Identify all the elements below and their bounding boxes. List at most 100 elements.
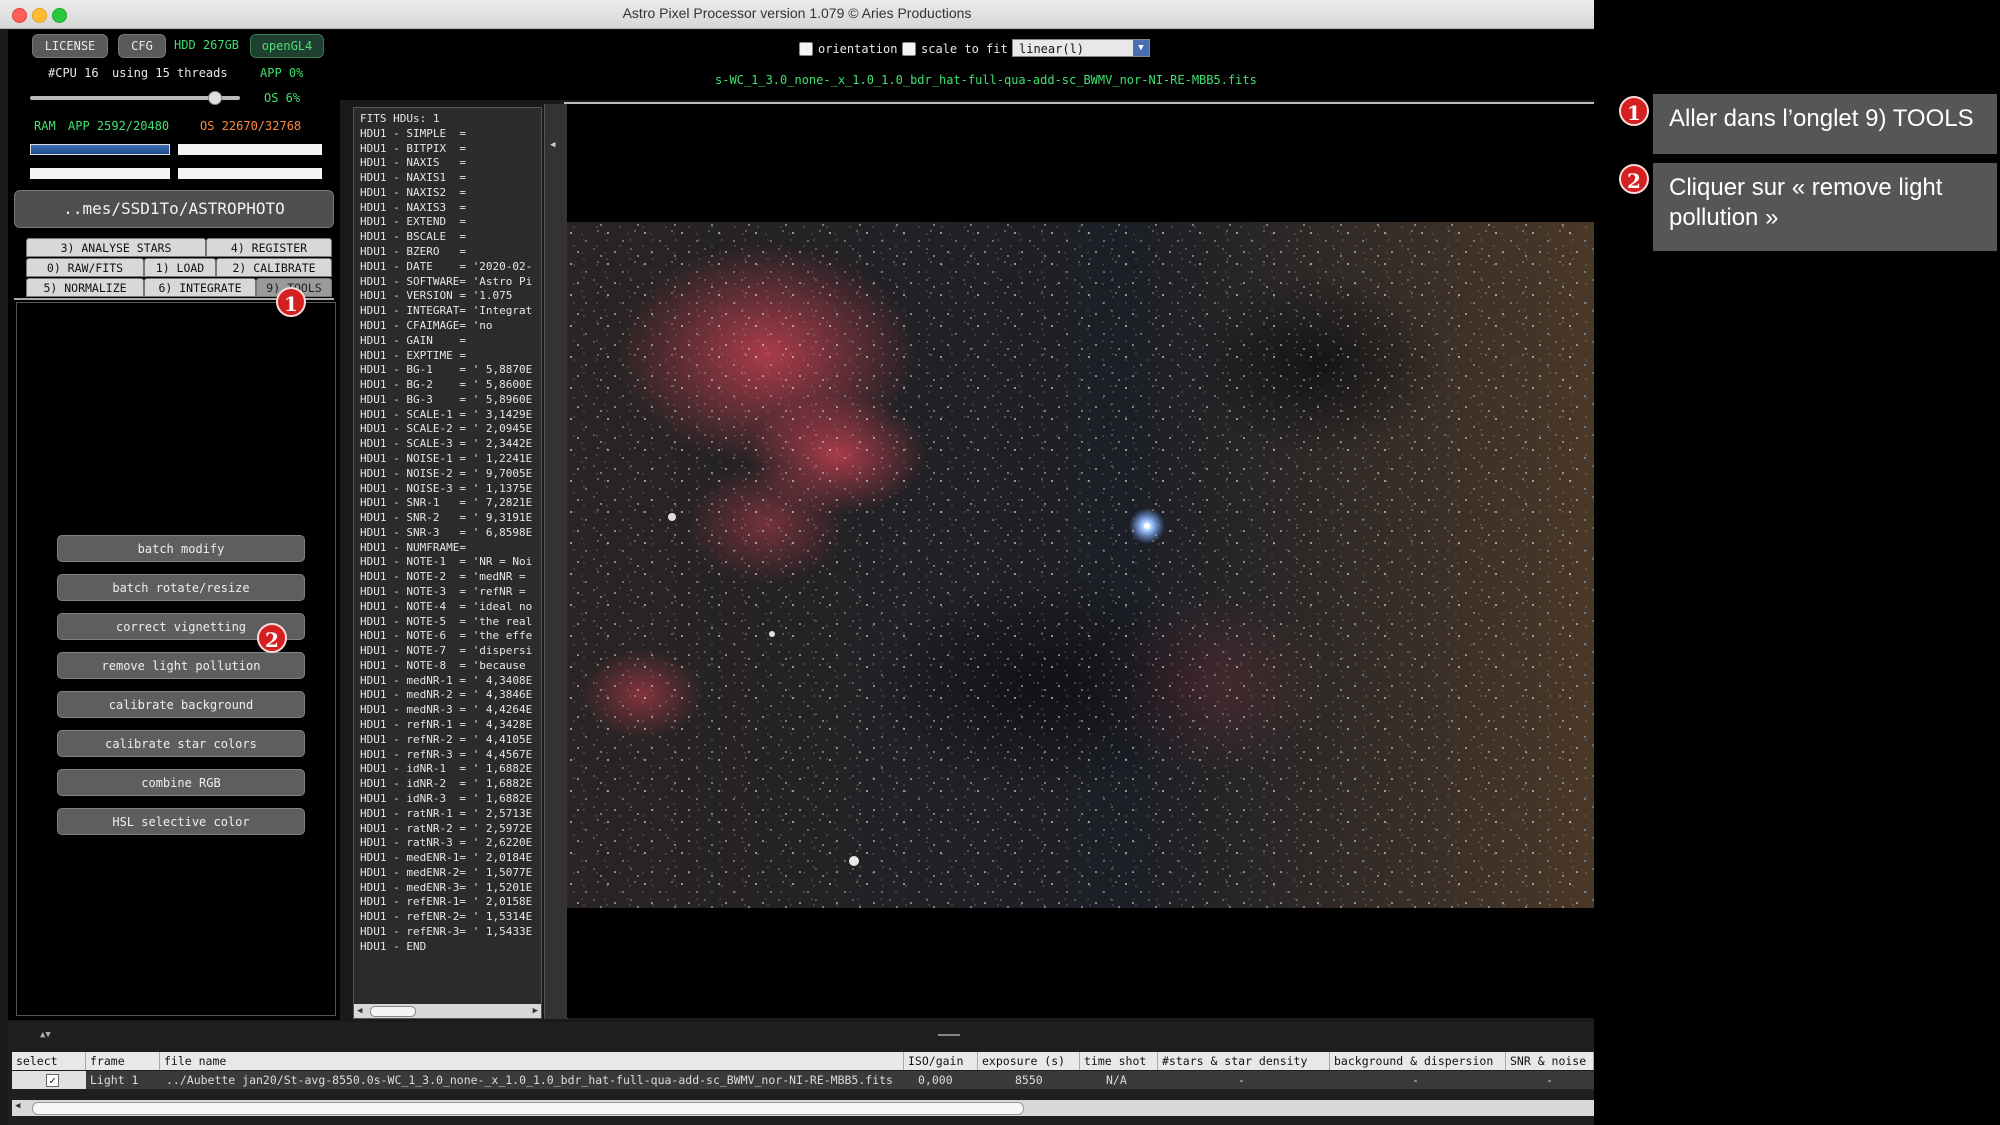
fits-header-line: HDU1 - SOFTWARE= 'Astro Pi xyxy=(360,274,533,288)
fits-header-line: HDU1 - BG-3 = ' 5,8960E xyxy=(360,392,533,406)
fits-header-line: HDU1 - NOTE-8 = 'because xyxy=(360,658,526,672)
fits-header-line: HDU1 - NOTE-5 = 'the real xyxy=(360,614,533,628)
tab-calibrate[interactable]: 2) CALIBRATE xyxy=(216,258,332,277)
stretch-value: linear(l) xyxy=(1019,42,1085,56)
working-directory-button[interactable]: ..mes/SSD1To/ASTROPHOTO xyxy=(14,190,334,228)
ram-label: RAM xyxy=(34,119,56,133)
os-cpu-usage: OS 6% xyxy=(264,91,301,105)
tab-register[interactable]: 4) REGISTER xyxy=(206,238,332,257)
tab-normalize[interactable]: 5) NORMALIZE xyxy=(26,278,144,297)
calibrate-background-button[interactable]: calibrate background xyxy=(57,691,305,718)
step-2-badge: 2 xyxy=(257,623,287,653)
collapse-arrow-icon[interactable]: ◀ xyxy=(550,140,555,150)
fits-header-line: HDU1 - SCALE-1 = ' 3,1429E xyxy=(360,407,533,421)
fits-header-line: HDU1 - NOTE-6 = 'the effe xyxy=(360,629,533,643)
fits-header-line: HDU1 - VERSION = '1.075 xyxy=(360,289,513,303)
fits-header-line: HDU1 - BSCALE = xyxy=(360,230,466,244)
table-horizontal-scrollbar[interactable]: ◀ xyxy=(12,1100,1594,1116)
fits-header-line: FITS HDUs: 1 xyxy=(360,112,440,125)
fits-header-line: HDU1 - NAXIS = xyxy=(360,156,466,170)
fits-header-line: HDU1 - refENR-3= ' 1,5433E xyxy=(360,924,533,938)
step-1-badge: 1 xyxy=(276,287,306,317)
fits-header-line: HDU1 - idNR-3 = ' 1,6882E xyxy=(360,791,533,805)
fits-header-line: HDU1 - BG-1 = ' 5,8870E xyxy=(360,363,533,377)
table-scroll-thumb[interactable] xyxy=(32,1102,1024,1115)
snr-cell: - xyxy=(1546,1073,1553,1087)
orientation-label: orientation xyxy=(818,42,898,56)
fits-header-line: HDU1 - NOISE-1 = ' 1,2241E xyxy=(360,451,533,465)
batch-modify-button[interactable]: batch modify xyxy=(57,535,305,562)
tab-analyse-stars[interactable]: 3) ANALYSE STARS xyxy=(26,238,206,257)
sort-arrows-icon[interactable]: ▲▼ xyxy=(40,1030,51,1040)
step-2-callout-badge: 2 xyxy=(1619,164,1649,194)
app-window: Astro Pixel Processor version 1.079 © Ar… xyxy=(0,0,1594,1125)
col-exposure[interactable]: exposure (s) xyxy=(978,1052,1080,1070)
fits-header-line: HDU1 - EXTEND = xyxy=(360,215,466,229)
resize-handle[interactable] xyxy=(938,1034,960,1036)
left-panel: LICENSE CFG HDD 267GB openGL4 #CPU 16 us… xyxy=(8,30,340,1020)
fits-header-line: HDU1 - SNR-2 = ' 9,3191E xyxy=(360,511,533,525)
fits-header-line: HDU1 - INTEGRAT= 'Integrat xyxy=(360,304,533,318)
calibrate-star-colors-button[interactable]: calibrate star colors xyxy=(57,730,305,757)
col-file-name[interactable]: file name xyxy=(160,1052,904,1070)
tab-load[interactable]: 1) LOAD xyxy=(144,258,216,277)
scale-to-fit-label: scale to fit xyxy=(921,42,1008,56)
fits-horizontal-scrollbar[interactable]: ◀ ▶ xyxy=(354,1004,541,1018)
os-cpu-bar xyxy=(178,168,322,179)
fits-header-line: HDU1 - NOTE-1 = 'NR = Noi xyxy=(360,555,533,569)
scale-to-fit-checkbox[interactable] xyxy=(902,42,916,56)
window-title: Astro Pixel Processor version 1.079 © Ar… xyxy=(622,5,972,21)
step-1-callout: Aller dans l’onglet 9) TOOLS xyxy=(1653,94,1997,154)
fits-header-line: HDU1 - refENR-1= ' 2,0158E xyxy=(360,895,533,909)
file-name-cell: ../Aubette jan20/St-avg-8550.0s-WC_1_3.0… xyxy=(166,1073,893,1087)
orientation-checkbox[interactable] xyxy=(799,42,813,56)
opengl-button[interactable]: openGL4 xyxy=(250,34,324,58)
fits-header-line: HDU1 - SNR-3 = ' 6,8598E xyxy=(360,525,533,539)
thread-slider-handle[interactable] xyxy=(208,91,222,105)
fits-header-line: HDU1 - refNR-3 = ' 4,4567E xyxy=(360,747,533,761)
app-cpu-bar xyxy=(30,168,170,179)
app-ram-bar xyxy=(30,144,170,155)
cfg-button[interactable]: CFG xyxy=(118,34,166,58)
fits-header-line: HDU1 - EXPTIME = xyxy=(360,348,466,362)
scroll-right-icon[interactable]: ▶ xyxy=(533,1004,538,1018)
fits-header-list: FITS HDUs: 1 HDU1 - SIMPLE = HDU1 - BITPIX… xyxy=(360,112,532,955)
col-snr[interactable]: SNR & noise xyxy=(1506,1052,1594,1070)
scroll-left-icon[interactable]: ◀ xyxy=(15,1101,20,1111)
cpu-count: #CPU 16 xyxy=(48,66,99,80)
table-row[interactable]: ✓ Light 1 ../Aubette jan20/St-avg-8550.0… xyxy=(12,1071,1594,1089)
batch-rotate-resize-button[interactable]: batch rotate/resize xyxy=(57,574,305,601)
view-controls xyxy=(340,30,1594,100)
select-checkbox[interactable]: ✓ xyxy=(46,1074,59,1087)
fits-header-line: HDU1 - NAXIS3 = xyxy=(360,200,466,214)
hsl-selective-color-button[interactable]: HSL selective color xyxy=(57,808,305,835)
fits-header-line: HDU1 - medENR-1= ' 2,0184E xyxy=(360,851,533,865)
fits-header-line: HDU1 - refENR-2= ' 1,5314E xyxy=(360,910,533,924)
fits-header-line: HDU1 - NOTE-7 = 'dispersi xyxy=(360,644,533,658)
frame-list-panel: ▲▼ select frame file name ISO/gain expos… xyxy=(8,1022,1594,1125)
fits-header-line: HDU1 - NAXIS2 = xyxy=(360,185,466,199)
col-frame[interactable]: frame xyxy=(86,1052,160,1070)
panel-splitter[interactable]: ◀ xyxy=(544,104,568,1019)
col-iso-gain[interactable]: ISO/gain xyxy=(904,1052,978,1070)
remove-light-pollution-button[interactable]: remove light pollution xyxy=(57,652,305,679)
tab-raw-fits[interactable]: 0) RAW/FITS xyxy=(26,258,144,277)
ram-os-usage: OS 22670/32768 xyxy=(200,119,302,133)
fits-header-line: HDU1 - NOISE-2 = ' 9,7005E xyxy=(360,466,533,480)
stretch-select[interactable]: linear(l) ▼ xyxy=(1012,39,1150,57)
tab-integrate[interactable]: 6) INTEGRATE xyxy=(144,278,256,297)
combine-rgb-button[interactable]: combine RGB xyxy=(57,769,305,796)
license-button[interactable]: LICENSE xyxy=(32,34,108,58)
step-1-callout-badge: 1 xyxy=(1619,96,1649,126)
col-stars[interactable]: #stars & star density xyxy=(1158,1052,1330,1070)
fits-header-panel[interactable]: FITS HDUs: 1 HDU1 - SIMPLE = HDU1 - BITPIX… xyxy=(353,107,542,1019)
col-select[interactable]: select xyxy=(12,1052,86,1070)
col-background[interactable]: background & dispersion xyxy=(1330,1052,1506,1070)
fits-header-line: HDU1 - medNR-1 = ' 4,3408E xyxy=(360,673,533,687)
fits-header-line: HDU1 - SCALE-2 = ' 2,0945E xyxy=(360,422,533,436)
scroll-left-icon[interactable]: ◀ xyxy=(357,1004,362,1018)
ram-app-usage: APP 2592/20480 xyxy=(68,119,170,133)
col-time-shot[interactable]: time shot xyxy=(1080,1052,1158,1070)
fits-scroll-thumb[interactable] xyxy=(370,1006,416,1017)
image-view[interactable] xyxy=(567,104,1594,1018)
